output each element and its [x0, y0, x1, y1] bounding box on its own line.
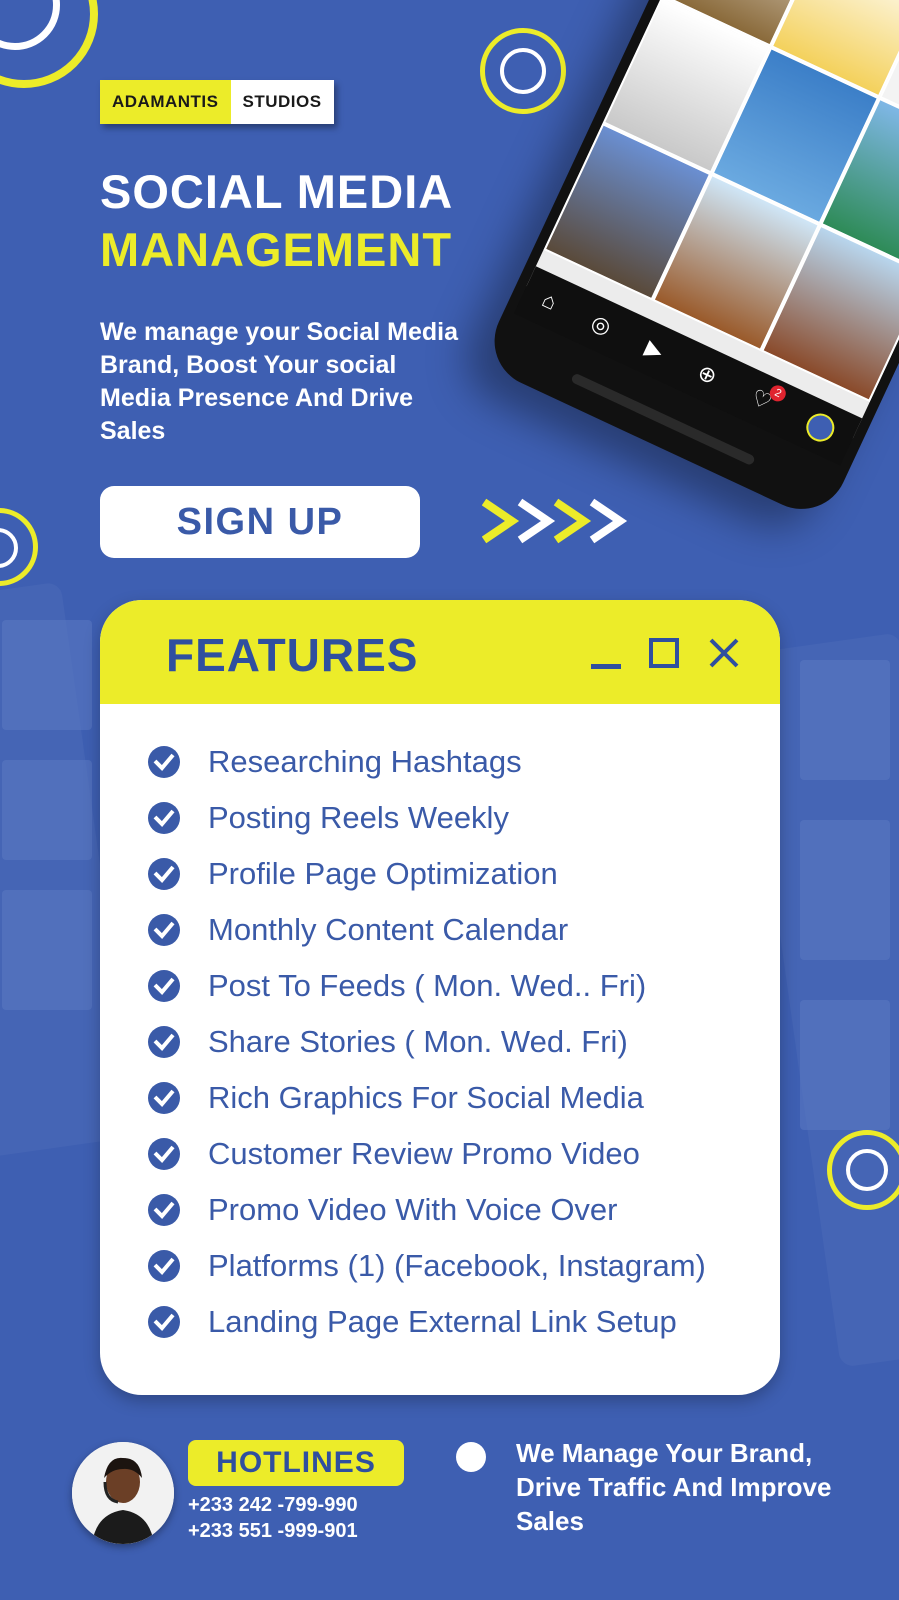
check-icon	[148, 1138, 180, 1170]
features-list: Researching Hashtags Posting Reels Weekl…	[146, 734, 766, 1350]
feature-label: Share Stories ( Mon. Wed. Fri)	[208, 1024, 628, 1059]
headline-line-2: MANAGEMENT	[100, 223, 453, 276]
check-icon	[148, 914, 180, 946]
feature-item: Landing Page External Link Setup	[146, 1294, 766, 1350]
close-icon	[709, 638, 739, 668]
chevron-arrows-icon	[482, 498, 628, 544]
feature-label: Landing Page External Link Setup	[208, 1304, 677, 1339]
features-window-header: FEATURES	[100, 600, 780, 704]
feature-item: Researching Hashtags	[146, 734, 766, 790]
check-icon	[148, 1306, 180, 1338]
reels-icon: ▶	[641, 334, 668, 365]
feature-item: Customer Review Promo Video	[146, 1126, 766, 1182]
home-icon: ⌂	[538, 286, 561, 315]
agent-photo	[72, 1442, 174, 1544]
activity-icon: ♡ 2	[747, 382, 789, 416]
feature-label: Posting Reels Weekly	[208, 800, 509, 835]
background-cell	[2, 760, 92, 860]
feature-item: Promo Video With Voice Over	[146, 1182, 766, 1238]
decorative-ring	[846, 1149, 888, 1191]
feature-item: Share Stories ( Mon. Wed. Fri)	[146, 1014, 766, 1070]
minimize-button[interactable]	[588, 636, 624, 672]
check-icon	[148, 1194, 180, 1226]
check-icon	[148, 1082, 180, 1114]
feature-item: Post To Feeds ( Mon. Wed.. Fri)	[146, 958, 766, 1014]
profile-avatar-icon	[801, 408, 839, 446]
logo-part-1: ADAMANTIS	[100, 80, 231, 124]
hotline-number[interactable]: +233 242 -799-990	[188, 1494, 358, 1517]
feature-item: Platforms (1) (Facebook, Instagram)	[146, 1238, 766, 1294]
feature-label: Promo Video With Voice Over	[208, 1192, 618, 1227]
feature-label: Rich Graphics For Social Media	[208, 1080, 644, 1115]
check-icon	[148, 858, 180, 890]
explore-icon: ◎	[587, 309, 616, 341]
check-icon	[148, 1026, 180, 1058]
logo-part-2: STUDIOS	[230, 80, 334, 124]
feature-label: Post To Feeds ( Mon. Wed.. Fri)	[208, 968, 647, 1003]
add-icon: ⊕	[693, 359, 722, 390]
feature-item: Rich Graphics For Social Media	[146, 1070, 766, 1126]
headline-line-1: SOCIAL MEDIA	[100, 165, 454, 218]
feature-item: Profile Page Optimization	[146, 846, 766, 902]
minimize-icon	[591, 664, 621, 669]
feature-item: Posting Reels Weekly	[146, 790, 766, 846]
hotline-number[interactable]: +233 551 -999-901	[188, 1520, 358, 1543]
feature-label: Researching Hashtags	[208, 744, 522, 779]
close-button[interactable]	[706, 636, 742, 672]
bullet-dot	[456, 1442, 486, 1472]
flyer: ⌂ ◎ ▶ ⊕ ♡ 2 ADAMANTIS STUDIOS SOCIAL MEDI…	[0, 0, 899, 1600]
feature-label: Profile Page Optimization	[208, 856, 558, 891]
feature-label: Monthly Content Calendar	[208, 912, 569, 947]
brand-logo: ADAMANTIS STUDIOS	[100, 80, 334, 124]
notification-badge: 2	[767, 382, 789, 405]
background-cell	[800, 1000, 890, 1130]
maximize-button[interactable]	[646, 636, 682, 672]
decorative-ring	[500, 48, 546, 94]
features-window: FEATURES Researching Hashtags Posting Re…	[100, 600, 780, 1395]
check-icon	[148, 802, 180, 834]
background-cell	[800, 820, 890, 960]
check-icon	[148, 1250, 180, 1282]
maximize-icon	[649, 638, 679, 668]
feature-item: Monthly Content Calendar	[146, 902, 766, 958]
background-cell	[2, 890, 92, 1010]
feature-label: Platforms (1) (Facebook, Instagram)	[208, 1248, 706, 1283]
background-cell	[800, 660, 890, 780]
sign-up-button[interactable]: SIGN UP	[100, 486, 420, 558]
hotlines-label: HOTLINES	[188, 1440, 404, 1486]
check-icon	[148, 746, 180, 778]
feature-label: Customer Review Promo Video	[208, 1136, 640, 1171]
background-cell	[2, 620, 92, 730]
support-agent-avatar	[72, 1442, 174, 1544]
features-title: FEATURES	[166, 629, 419, 681]
footer-tagline: We Manage Your Brand, Drive Traffic And …	[516, 1438, 832, 1536]
check-icon	[148, 970, 180, 1002]
hero-tagline: We manage your Social Media Brand, Boost…	[100, 318, 458, 445]
